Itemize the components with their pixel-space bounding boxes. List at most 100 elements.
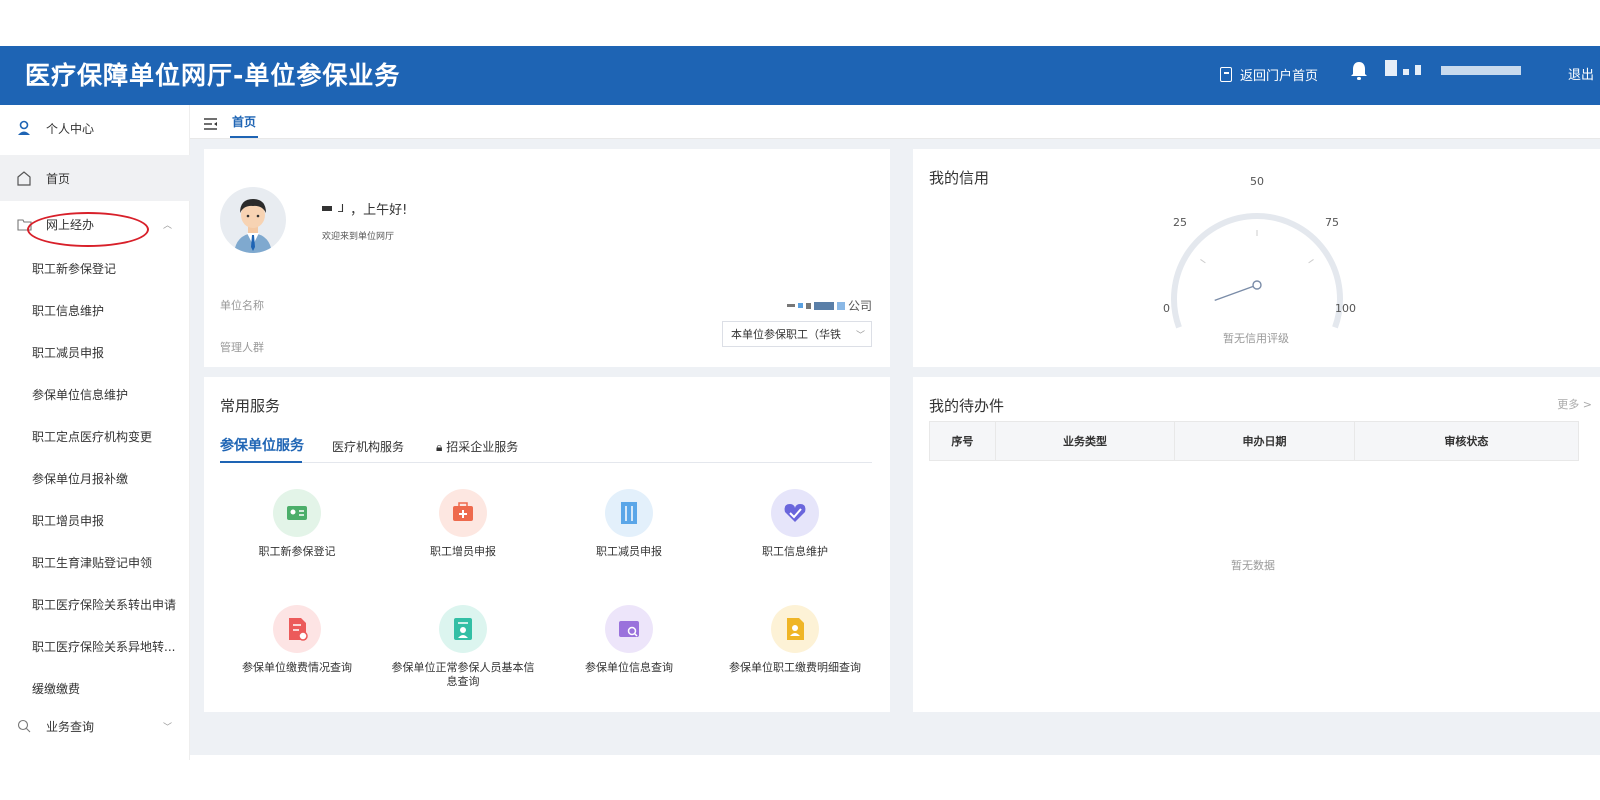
column-header[interactable]: 审核状态 [1355,422,1578,460]
sidebar: 个人中心 首页 网上经办 ︿ 职工新参保登记 职工信息维护 职工减员申报 参保单… [0,105,190,760]
tab-bar: 首页 [190,105,1600,139]
sidebar-item-personal-center[interactable]: 个人中心 [0,107,190,149]
sidebar-subitem[interactable]: 职工信息维护 [32,302,104,319]
search-icon [16,719,32,733]
sidebar-subitem[interactable]: 职工定点医疗机构变更 [32,428,152,445]
redacted-block [322,206,332,211]
sidebar-item-label: 个人中心 [46,121,95,136]
app-header: 医疗保障单位网厅-单位参保业务 返回门户首页 退出 [0,46,1600,105]
more-link[interactable]: 更多 > [1557,396,1592,412]
gauge-tick [1200,259,1206,264]
sidebar-subitem[interactable]: 参保单位月报补缴 [32,470,128,487]
column-header[interactable]: 序号 [930,422,996,460]
sidebar-item-business-query[interactable]: 业务查询 ﹀ [0,705,190,747]
menu-fold-icon[interactable] [204,115,218,134]
logout-button[interactable]: 退出 [1568,64,1594,83]
service-item[interactable]: 参保单位职工缴费明细查询 [712,605,878,675]
service-item-label: 参保单位缴费情况查询 [242,661,352,674]
main-content: ⅃ ，上午好! 欢迎来到单位网厅 单位名称 公司 管理人群 本单位参保职工（华铁… [190,139,1600,755]
sidebar-item-label: 首页 [46,171,71,186]
profile-icon [439,605,487,653]
common-services-card: 常用服务 参保单位服务 医疗机构服务 🔒︎ 招采企业服务 职工新参保登记 职工增员… [204,377,890,712]
manage-group-value: 本单位参保职工（华铁 [731,328,841,341]
medkit-icon [439,489,487,537]
services-tabs: 参保单位服务 医疗机构服务 🔒︎ 招采企业服务 [220,435,872,463]
column-header[interactable]: 申办日期 [1175,422,1355,460]
bell-icon[interactable] [1350,61,1368,85]
top-margin [0,0,1600,46]
service-item[interactable]: 参保单位信息查询 [546,605,712,675]
credit-card: 我的信用 0 25 50 75 100 暂无信用评级 [913,149,1600,367]
service-item[interactable]: 职工信息维护 [712,489,878,559]
user-avatar-icon [1385,60,1397,76]
todo-table-header: 序号 业务类型 申办日期 审核状态 [929,421,1579,461]
service-item-label: 职工信息维护 [762,545,828,558]
todo-title: 我的待办件 [929,397,1005,415]
redacted-block: ⅃ [338,202,345,215]
service-item-label: 参保单位信息查询 [585,661,673,674]
tab-medical-institution-services[interactable]: 医疗机构服务 [332,438,404,455]
id-card-icon [273,489,321,537]
exit-door-icon [1220,67,1232,82]
wallet-search-icon [605,605,653,653]
home-icon [16,170,32,186]
tab-home[interactable]: 首页 [232,113,256,130]
service-item[interactable]: 参保单位正常参保人员基本信息查询 [380,605,546,689]
file-user-icon [771,605,819,653]
chevron-up-icon: ︿ [162,220,172,231]
gauge-tick [1308,259,1314,264]
service-item[interactable]: 职工减员申报 [546,489,712,559]
lock-icon: 🔒︎ [436,440,443,454]
avatar [220,187,286,253]
sidebar-subitem[interactable]: 职工减员申报 [32,344,104,361]
redacted-block [1415,65,1421,75]
user-account-name[interactable] [1385,60,1521,76]
greeting-label: ，上午好! [350,203,408,218]
manage-group-select[interactable]: 本单位参保职工（华铁 ﹀ [722,321,872,347]
sidebar-subitem[interactable]: 职工增员申报 [32,512,104,529]
chevron-down-icon: ﹀ [855,331,865,341]
building-icon [605,489,653,537]
heart-icon [771,489,819,537]
service-item[interactable]: 参保单位缴费情况查询 [214,605,380,675]
services-title: 常用服务 [220,397,281,415]
redacted-block [836,301,845,310]
column-header[interactable]: 业务类型 [996,422,1176,460]
sidebar-subitem[interactable]: 职工医疗保险关系异地转... [32,638,175,655]
service-item-label: 参保单位正常参保人员基本信息查询 [391,661,535,688]
empty-state-text: 暂无数据 [1231,559,1275,572]
unit-name-value: 公司 [786,297,872,314]
tab-label: 招采企业服务 [446,440,519,454]
sidebar-subitem[interactable]: 缓缴缴费 [32,680,80,697]
redacted-block [1403,69,1409,75]
gauge-tick-label: 0 [1163,302,1170,315]
document-icon [273,605,321,653]
gauge-tick-label: 75 [1325,216,1339,229]
service-item[interactable]: 职工新参保登记 [214,489,380,559]
tab-unit-services[interactable]: 参保单位服务 [220,435,304,455]
return-portal-link[interactable]: 返回门户首页 [1220,65,1318,84]
user-icon [16,120,32,136]
service-item-label: 参保单位职工缴费明细查询 [729,661,861,674]
service-item[interactable]: 职工增员申报 [380,489,546,559]
active-tab-underline [230,136,258,138]
welcome-subtitle: 欢迎来到单位网厅 [322,232,395,242]
greeting-text: ⅃ ，上午好! [322,199,407,218]
tab-procurement-services[interactable]: 🔒︎ 招采企业服务 [436,438,518,455]
welcome-card: ⅃ ，上午好! 欢迎来到单位网厅 单位名称 公司 管理人群 本单位参保职工（华铁… [204,149,890,367]
sidebar-subitem[interactable]: 职工生育津贴登记申领 [32,554,152,571]
credit-note: 暂无信用评级 [1223,332,1289,345]
redacted-block [797,303,803,308]
company-suffix: 公司 [847,299,872,313]
sidebar-item-label: 业务查询 [46,719,95,734]
return-portal-label: 返回门户首页 [1240,69,1319,84]
sidebar-subitem[interactable]: 参保单位信息维护 [32,386,128,403]
sidebar-subitem[interactable]: 职工新参保登记 [32,260,116,277]
redacted-block [786,304,795,307]
redacted-block [1441,65,1521,75]
chevron-down-icon: ﹀ [162,722,172,733]
service-item-label: 职工新参保登记 [258,545,336,558]
sidebar-subitem[interactable]: 职工医疗保险关系转出申请 [32,596,176,613]
gauge-tick-label: 100 [1335,302,1356,315]
sidebar-item-home[interactable]: 首页 [0,155,190,201]
